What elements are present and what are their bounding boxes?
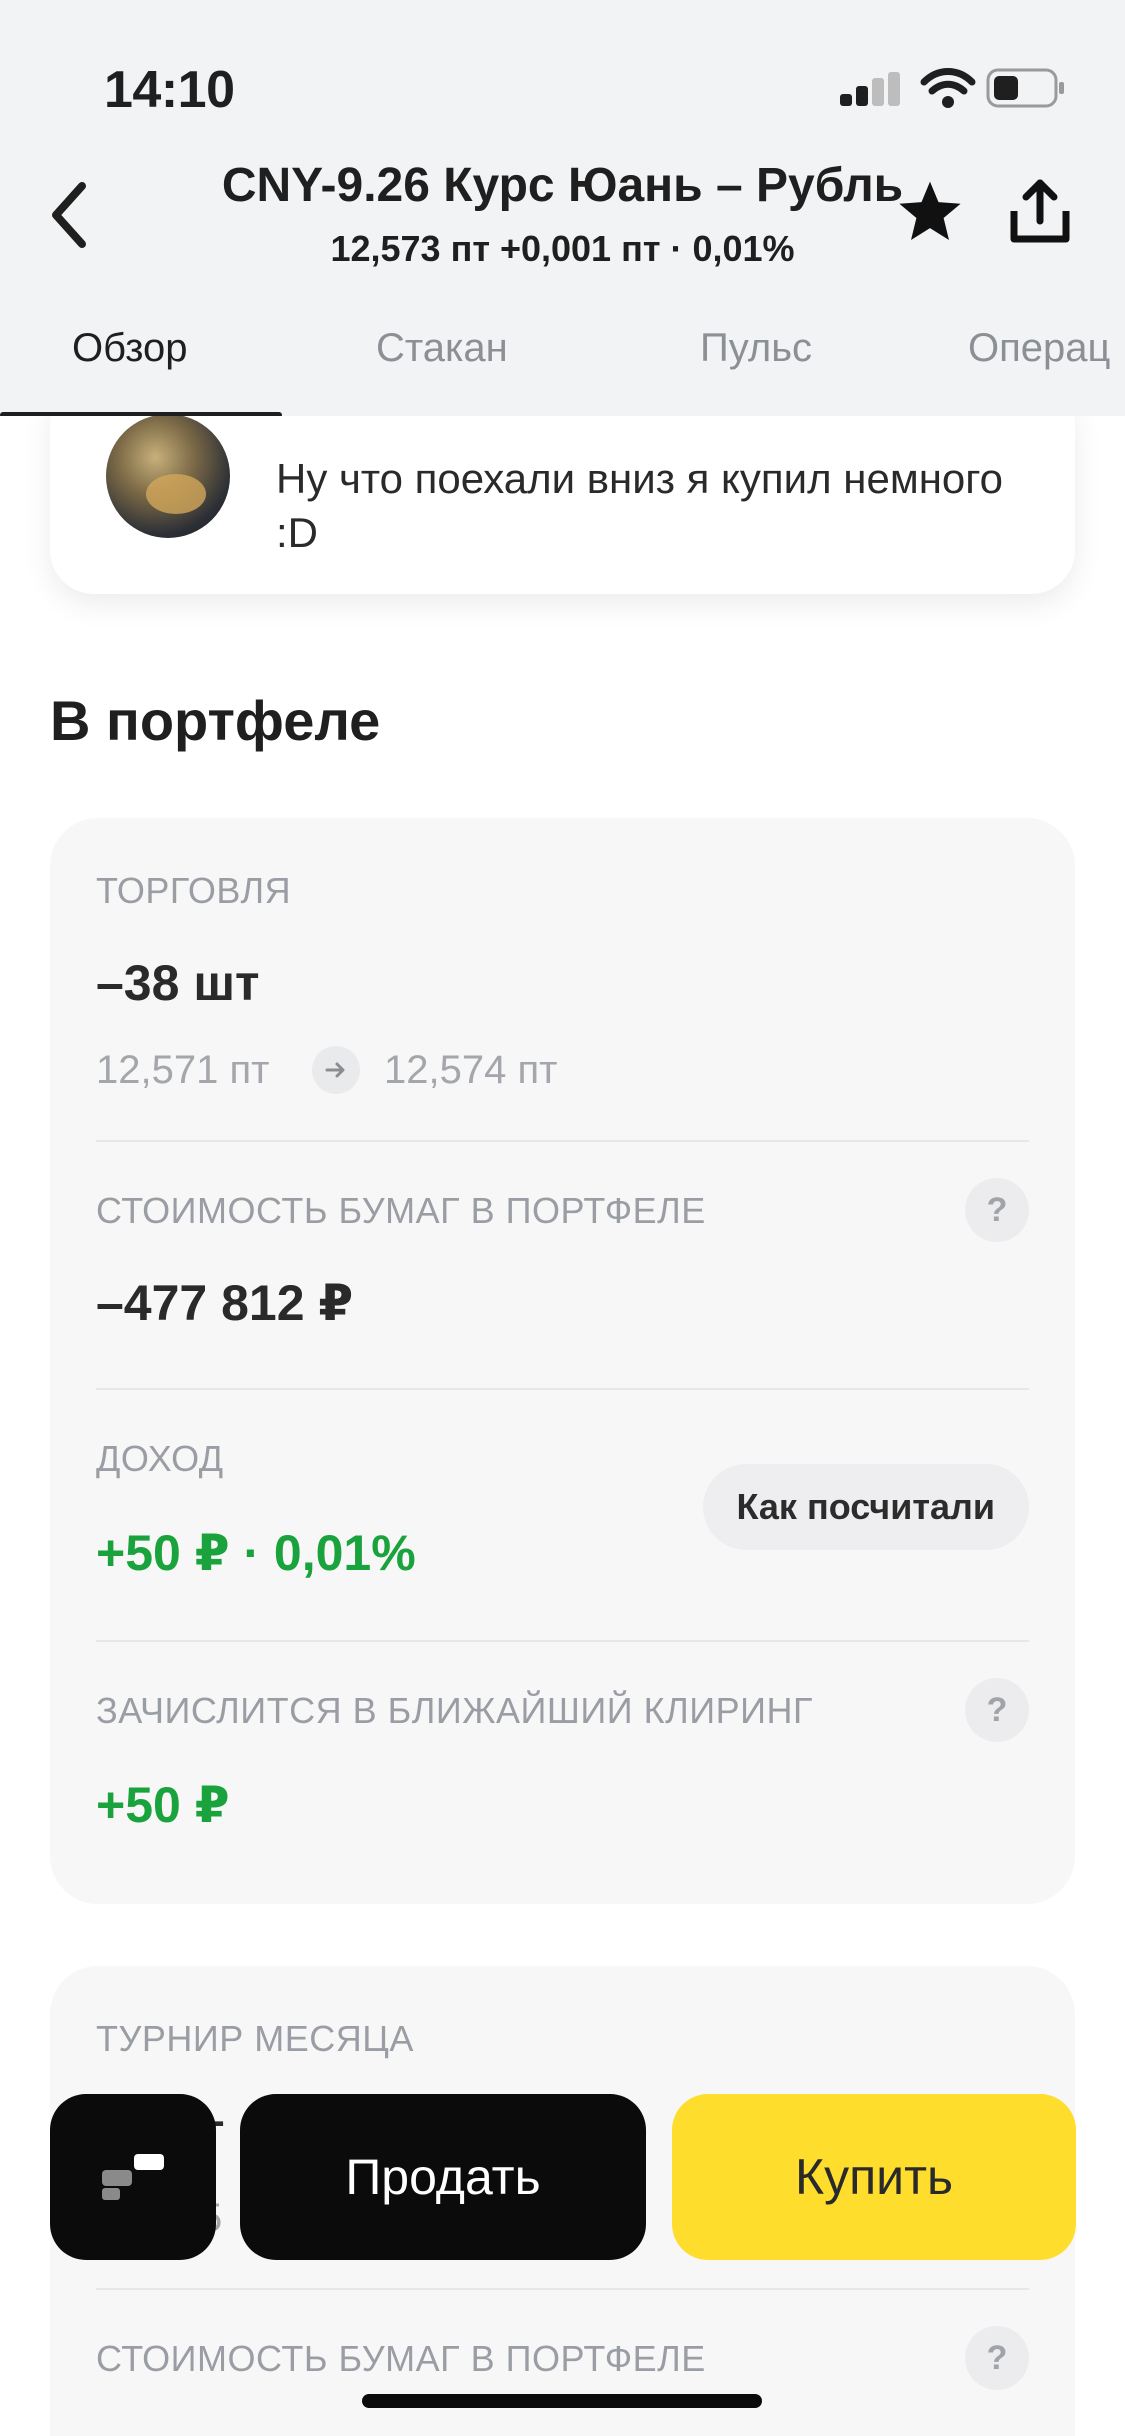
- home-indicator: [362, 2394, 762, 2408]
- post-text: Ну что поехали вниз я купил немного :D: [276, 455, 1004, 556]
- value-label: СТОИМОСТЬ БУМАГ В ПОРТФЕЛЕ: [96, 1190, 706, 1231]
- price-from: 12,571 пт: [96, 1048, 270, 1092]
- section-title: В портфеле: [50, 689, 381, 752]
- buy-button[interactable]: Купить: [672, 2094, 1076, 2260]
- help-icon[interactable]: ?: [965, 1178, 1029, 1242]
- tab-overview[interactable]: Обзор: [72, 326, 188, 371]
- screen: 14:10 CNY-9.26 Курс Юань – Рубль 12,573 …: [0, 0, 1125, 2436]
- clearing-label: ЗАЧИСЛИТСЯ В БЛИЖАЙШИЙ КЛИРИНГ: [96, 1690, 813, 1731]
- page-title: CNY-9.26 Курс Юань – Рубль: [221, 159, 904, 212]
- tournament-label: ТУРНИР МЕСЯЦА: [96, 2018, 414, 2059]
- income-label: ДОХОД: [96, 1438, 224, 1479]
- tab-pulse[interactable]: Пульс: [700, 326, 812, 371]
- price-to: 12,574 пт: [384, 1048, 558, 1092]
- header: 14:10 CNY-9.26 Курс Юань – Рубль 12,573 …: [0, 0, 1125, 416]
- help-icon[interactable]: ?: [965, 2326, 1029, 2390]
- portfolio-value: –477 812 ₽: [96, 1275, 354, 1331]
- divider: [96, 1640, 1029, 1642]
- tab-indicator: [0, 412, 282, 416]
- avatar: [106, 414, 230, 538]
- trade-quantity: –38 шт: [96, 955, 260, 1011]
- how-calculated-button[interactable]: Как посчитали: [702, 1464, 1029, 1550]
- battery-icon: [986, 68, 1064, 108]
- tournament-value-label: СТОИМОСТЬ БУМАГ В ПОРТФЕЛЕ: [96, 2338, 706, 2379]
- favorite-button[interactable]: [890, 172, 970, 252]
- help-icon[interactable]: ?: [965, 1678, 1029, 1742]
- action-bar: Продать Купить: [0, 2094, 1125, 2264]
- signal-icon: [840, 72, 900, 106]
- menu-logo-icon: [102, 2154, 164, 2200]
- clearing-value: +50 ₽: [96, 1777, 230, 1833]
- share-button[interactable]: [1000, 172, 1080, 252]
- income-value: +50 ₽ · 0,01%: [96, 1525, 416, 1581]
- price-subtitle: 12,573 пт +0,001 пт · 0,01%: [330, 228, 795, 269]
- menu-button[interactable]: [50, 2094, 216, 2260]
- divider: [96, 2288, 1029, 2290]
- divider: [96, 1140, 1029, 1142]
- wifi-icon: [920, 68, 976, 108]
- tab-orderbook[interactable]: Стакан: [376, 326, 508, 371]
- tab-bar: Обзор Стакан Пульс Операц: [0, 310, 1125, 416]
- share-icon: [1010, 179, 1070, 243]
- tab-operations[interactable]: Операц: [968, 326, 1110, 371]
- star-icon: [899, 181, 961, 241]
- sell-button[interactable]: Продать: [240, 2094, 646, 2260]
- back-arrow-icon: [52, 182, 86, 248]
- trade-label: ТОРГОВЛЯ: [96, 870, 292, 911]
- portfolio-card: ТОРГОВЛЯ –38 шт 12,571 пт 12,574 пт СТОИ…: [50, 818, 1075, 1904]
- status-time: 14:10: [104, 61, 235, 119]
- back-button[interactable]: [28, 170, 108, 260]
- arrow-right-icon: [312, 1046, 360, 1094]
- divider: [96, 1388, 1029, 1390]
